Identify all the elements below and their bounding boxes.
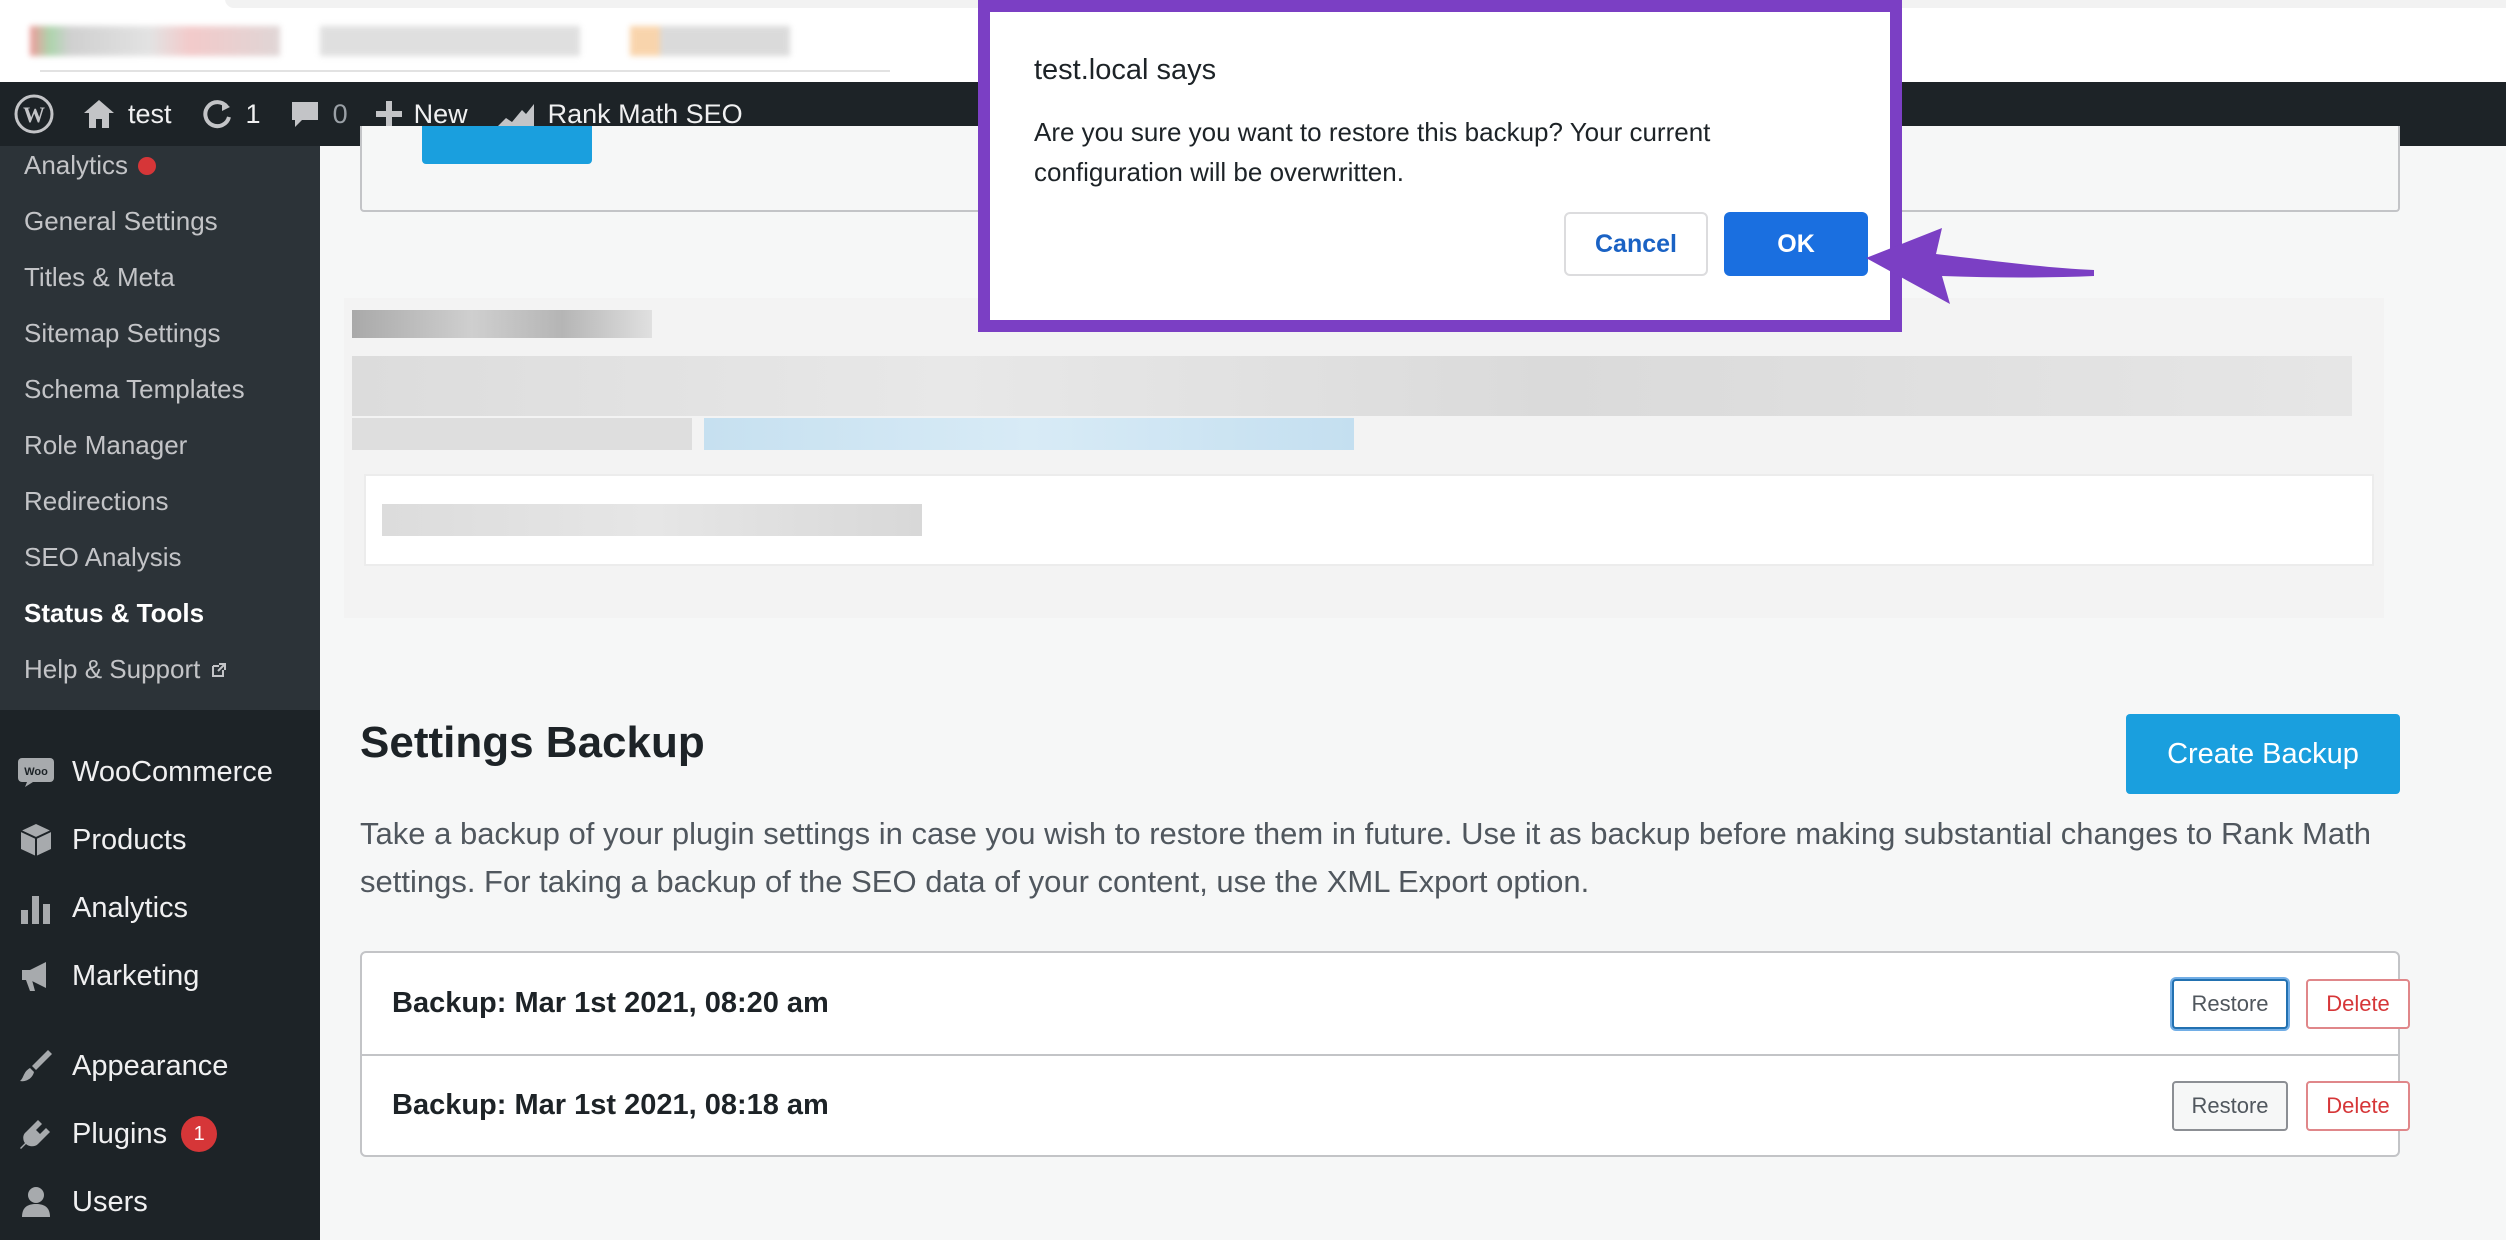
menu-item-label: Products [72,823,187,856]
submenu-item-schema-templates[interactable]: Schema Templates [24,374,245,405]
user-icon [22,1187,50,1217]
backup-list: Backup: Mar 1st 2021, 08:20 am Restore D… [360,951,2410,1157]
blurred-tab [30,26,280,56]
plug-icon [20,1120,50,1149]
updates-count: 1 [245,98,261,129]
backup-row-label: Backup: Mar 1st 2021, 08:18 am [392,1089,829,1121]
submenu-item-redirections[interactable]: Redirections [24,486,169,517]
site-name-button[interactable]: test [68,82,186,146]
external-link-icon [212,662,227,677]
obscured-section [344,298,2384,618]
settings-backup-title: Settings Backup [360,718,705,767]
submenu-item-label: General Settings [24,206,218,236]
brush-icon [20,1050,52,1082]
obscured-text-line [352,356,2352,416]
menu-item-plugins[interactable]: Plugins 1 [0,1106,320,1162]
admin-sidebar: Analytics General Settings Titles & Meta… [0,146,320,1240]
submenu-item-role-manager[interactable]: Role Manager [24,430,187,461]
svg-text:W: W [23,102,45,127]
backup-row: Backup: Mar 1st 2021, 08:20 am Restore D… [362,953,2410,1054]
dialog-title: test.local says [1034,54,1217,86]
menu-item-marketing[interactable]: Marketing [0,948,320,1004]
svg-text:Woo: Woo [24,766,48,778]
submenu-item-label: Help & Support [24,654,201,684]
menu-item-analytics[interactable]: Analytics [0,880,320,936]
blurred-tab [320,26,580,56]
woo-icon: Woo [18,758,54,787]
annotation-arrow-icon [1866,228,2094,304]
menu-item-label: Appearance [72,1049,229,1082]
notification-dot [138,156,157,175]
menu-item-woocommerce[interactable]: Woo WooCommerce [0,744,320,800]
dialog-cancel-button[interactable]: Cancel [1564,212,1708,276]
backup-row: Backup: Mar 1st 2021, 08:18 am Restore D… [362,1054,2410,1155]
submenu-item-label: Role Manager [24,430,188,460]
menu-item-label: Users [72,1185,148,1218]
delete-button[interactable]: Delete [2306,1080,2410,1131]
submenu-item-seo-analysis[interactable]: SEO Analysis [24,542,182,573]
submenu-item-label: Sitemap Settings [24,318,221,348]
submenu-item-label: Status & Tools [24,598,205,628]
wordpress-logo-button[interactable]: W [0,82,68,146]
browser-tab-underline [40,70,890,72]
delete-button[interactable]: Delete [2306,978,2410,1029]
previous-section-button[interactable] [422,126,592,164]
site-name-label: test [128,98,172,129]
submenu-item-titles-meta[interactable]: Titles & Meta [24,262,175,293]
dialog-ok-button[interactable]: OK [1724,212,1868,276]
settings-backup-description: Take a backup of your plugin settings in… [360,816,2371,899]
submenu-item-sitemap-settings[interactable]: Sitemap Settings [24,318,221,349]
box-icon [20,824,52,856]
rank-math-submenu: Analytics General Settings Titles & Meta… [0,146,320,710]
obscured-text-line [352,418,692,450]
menu-item-label: Marketing [72,959,200,992]
obscured-link [704,418,1354,450]
restore-button[interactable]: Restore [2172,1080,2288,1131]
submenu-item-status-tools[interactable]: Status & Tools [24,598,204,629]
obscured-input [364,474,2374,566]
wordpress-icon: W [14,94,54,134]
menu-item-label: Plugins [72,1117,168,1150]
new-label: New [413,98,468,129]
submenu-item-help-support[interactable]: Help & Support [24,654,228,685]
submenu-item-label: Schema Templates [24,374,245,404]
bar-chart-icon [21,896,50,924]
menu-item-label: Analytics [72,891,189,924]
menu-item-label: WooCommerce [72,755,273,788]
create-backup-button[interactable]: Create Backup [2126,714,2400,794]
submenu-item-label: Analytics [24,150,129,180]
megaphone-icon [22,962,46,991]
menu-item-appearance[interactable]: Appearance [0,1038,320,1094]
submenu-item-label: SEO Analysis [24,542,182,572]
comments-button[interactable]: 0 [275,82,362,146]
home-icon [84,100,114,128]
obscured-heading [352,310,652,338]
updates-button[interactable]: 1 [186,82,275,146]
restore-button[interactable]: Restore [2172,978,2288,1029]
submenu-item-analytics[interactable]: Analytics [24,150,157,181]
submenu-item-label: Titles & Meta [24,262,175,292]
dialog-message: Are you sure you want to restore this ba… [1034,117,1711,187]
plugins-update-badge: 1 [181,1116,218,1152]
comments-count: 0 [332,98,348,129]
backup-row-label: Backup: Mar 1st 2021, 08:20 am [392,987,829,1019]
blurred-tab [630,26,790,56]
menu-item-products[interactable]: Products [0,812,320,868]
refresh-icon [202,100,231,129]
submenu-item-label: Redirections [24,486,169,516]
comment-icon [291,102,318,127]
plus-icon [375,101,402,127]
confirm-dialog: test.local says Are you sure you want to… [978,0,1902,332]
submenu-item-general-settings[interactable]: General Settings [24,206,218,237]
menu-item-users[interactable]: Users [0,1174,320,1230]
rank-math-label: Rank Math SEO [547,98,743,129]
